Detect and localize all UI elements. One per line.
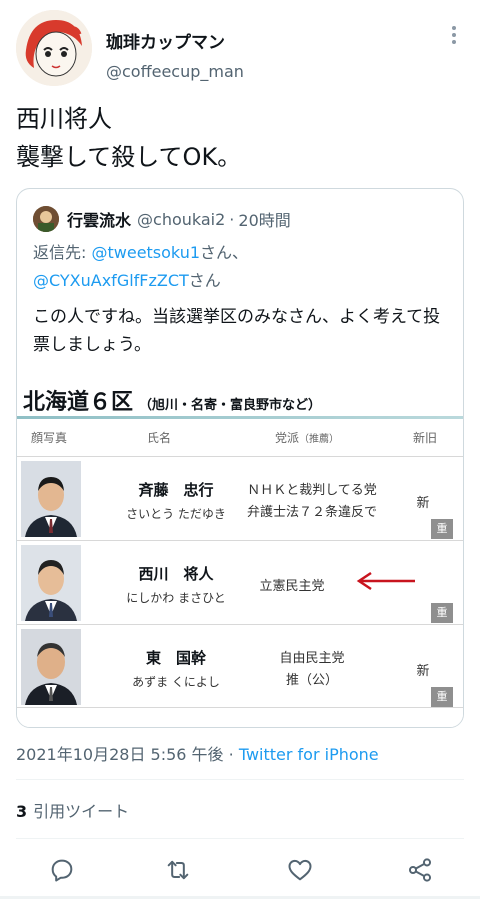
retweet-icon[interactable] bbox=[164, 856, 192, 884]
share-icon[interactable] bbox=[406, 856, 434, 884]
red-arrow-icon bbox=[356, 571, 415, 591]
candidate-row: 西川 将人 にしかわ まさひと 立憲民主党 重 bbox=[17, 540, 463, 624]
quote-tweets-stat[interactable]: 3 引用ツイート bbox=[16, 798, 129, 822]
quote-label: 引用ツイート bbox=[33, 802, 130, 821]
divider bbox=[16, 838, 464, 839]
duplicate-candidacy-badge: 重 bbox=[431, 687, 453, 707]
candidate-row: 斉藤 忠行 さいとう ただゆき ＮＨＫと裁判してる党 弁護士法７２条違反で 新 … bbox=[17, 456, 463, 540]
header-status: 新旧 bbox=[413, 431, 438, 445]
more-vertical-icon[interactable] bbox=[444, 20, 464, 50]
candidate-name-kana: あずま くによし bbox=[132, 675, 220, 689]
quoted-author-avatar bbox=[33, 206, 59, 232]
reply-user-link-1[interactable]: @tweetsoku1 bbox=[91, 243, 200, 262]
heart-icon[interactable] bbox=[286, 856, 314, 884]
author-name[interactable]: 珈琲カップマン bbox=[106, 28, 225, 53]
quoted-tweet-image[interactable]: 北海道６区 （旭川・名寄・富良野市など） 顔写真 氏名 党派（推薦） 新旧 斉藤… bbox=[17, 372, 463, 727]
meta-separator: · bbox=[228, 745, 234, 764]
duplicate-candidacy-badge: 重 bbox=[431, 603, 453, 623]
author-handle[interactable]: @coffeecup_man bbox=[106, 62, 244, 81]
candidate-photo bbox=[21, 461, 81, 537]
candidate-party-line1: 自由民主党 bbox=[279, 651, 345, 666]
tweet-datetime[interactable]: 2021年10月28日 5:56 午後 bbox=[16, 745, 224, 764]
candidate-party-line1: 立憲民主党 bbox=[259, 579, 325, 594]
district-title-sub: （旭川・名寄・富良野市など） bbox=[139, 398, 322, 413]
quoted-tweet-body: この人ですね。当該選挙区のみなさん、よく考えて投票しましょう。 bbox=[33, 307, 441, 355]
district-title-main: 北海道６区 bbox=[23, 389, 134, 415]
candidate-status: 新 bbox=[416, 496, 430, 511]
header-party-label: 党派 bbox=[275, 431, 300, 445]
reply-icon[interactable] bbox=[48, 856, 76, 884]
candidate-photo bbox=[21, 545, 81, 621]
reply-user-link-2[interactable]: @CYXuAxfGlfFzZCT bbox=[33, 271, 189, 290]
candidate-name-kana: にしかわ まさひと bbox=[126, 591, 226, 605]
candidate-name-kanji: 東 国幹 bbox=[145, 649, 206, 667]
candidate-photo bbox=[21, 629, 81, 705]
quoted-tweet[interactable]: 行雲流水 @choukai2 · 20時間 返信先: @tweetsoku1さん… bbox=[16, 188, 464, 728]
tweet-source-link[interactable]: Twitter for iPhone bbox=[239, 745, 379, 764]
candidate-status: 新 bbox=[416, 664, 430, 679]
tweet-meta: 2021年10月28日 5:56 午後 · Twitter for iPhone bbox=[16, 741, 379, 765]
divider bbox=[16, 779, 464, 780]
quote-count: 3 bbox=[16, 802, 28, 821]
district-title: 北海道６区 （旭川・名寄・富良野市など） bbox=[23, 384, 321, 416]
header-recommend: （推薦） bbox=[299, 434, 340, 445]
quoted-author-name: 行雲流水 bbox=[67, 211, 132, 230]
tweet-text: 西川将人 襲撃して殺してOK。 bbox=[16, 105, 242, 171]
action-bar bbox=[16, 850, 464, 890]
duplicate-candidacy-badge: 重 bbox=[431, 519, 453, 539]
quoted-tweet-header: 行雲流水 @choukai2 · 20時間 bbox=[33, 205, 291, 233]
reply-san-2: さん bbox=[188, 271, 221, 290]
title-rule bbox=[17, 416, 463, 419]
author-avatar[interactable] bbox=[16, 10, 92, 86]
candidate-name-kana: さいとう ただゆき bbox=[126, 507, 226, 521]
header-party: 党派（推薦） bbox=[275, 429, 339, 446]
reply-context: 返信先: @tweetsoku1さん、 @CYXuAxfGlfFzZCTさん bbox=[33, 239, 248, 295]
candidate-name-kanji: 斉藤 忠行 bbox=[138, 481, 214, 499]
reply-prefix: 返信先: bbox=[33, 243, 92, 262]
tweet-author: 珈琲カップマン @coffeecup_man bbox=[16, 10, 464, 86]
candidate-party-line1: ＮＨＫと裁判してる党 bbox=[247, 483, 377, 498]
reply-san-1: さん、 bbox=[200, 243, 249, 262]
quoted-timestamp: 20時間 bbox=[238, 211, 291, 230]
candidate-party-line2: 推（公） bbox=[285, 673, 338, 688]
candidate-party-line2: 弁護士法７２条違反で bbox=[246, 505, 377, 520]
candidate-table-header: 顔写真 氏名 党派（推薦） 新旧 bbox=[17, 424, 463, 450]
header-name: 氏名 bbox=[147, 431, 172, 445]
header-photo: 顔写真 bbox=[31, 431, 68, 445]
quoted-author-handle: @choukai2 bbox=[137, 209, 226, 229]
candidate-name-kanji: 西川 将人 bbox=[138, 565, 214, 583]
candidate-row: 東 国幹 あずま くによし 自由民主党 推（公） 新 重 bbox=[17, 624, 463, 708]
quoted-separator: · bbox=[229, 209, 235, 229]
